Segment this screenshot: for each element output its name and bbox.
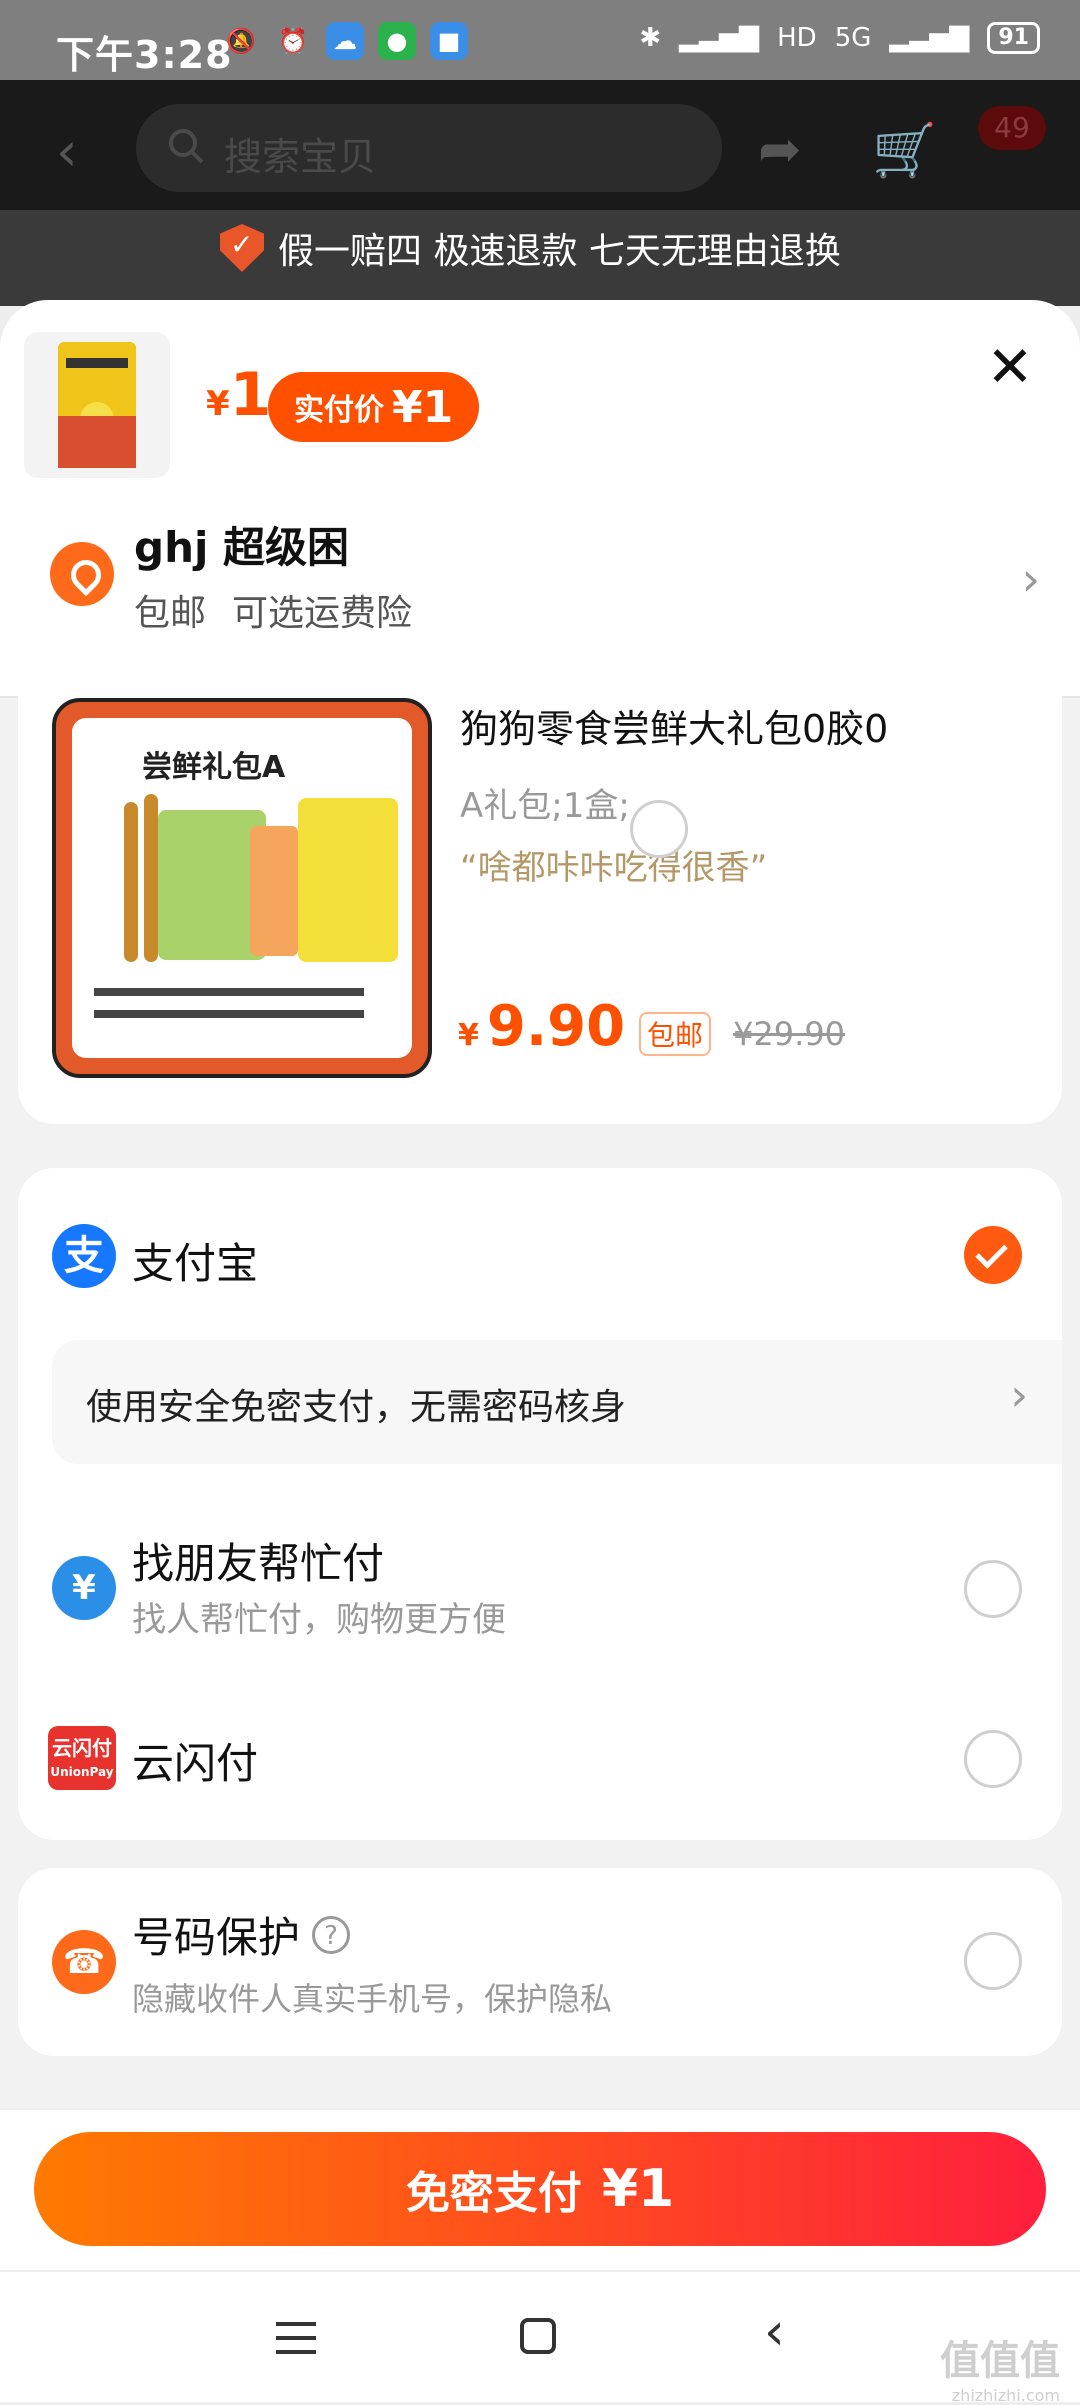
- sheet-header: ¥1 实付价 ¥1 ✕ ghj 超级困 包邮 可选运费险 ›: [0, 300, 1080, 698]
- search-placeholder: 搜索宝贝: [224, 135, 377, 179]
- notification-icons: 🔕 ⏰ ☁ ● ■: [222, 22, 468, 60]
- password-free-tip[interactable]: 使用安全免密支付，无需密码核身 ›: [52, 1340, 1062, 1464]
- actual-pay-label: 实付价: [294, 393, 384, 428]
- product-sku: A礼包;1盒;: [460, 786, 630, 826]
- app-icon: ■: [430, 22, 468, 60]
- unionpay-radio[interactable]: [964, 1730, 1022, 1788]
- alipay-label: 支付宝: [132, 1239, 259, 1288]
- payment-sheet: ¥1 实付价 ¥1 ✕ ghj 超级困 包邮 可选运费险 › 尝鲜礼包A 狗狗零…: [0, 300, 1080, 2270]
- background-header: ‹ 搜索宝贝 ➦ 🛒 49: [0, 80, 1080, 210]
- navigation-bar: ‹ 值值值 zhizhizhi.com: [0, 2270, 1080, 2405]
- product-price-value: 9.90: [486, 994, 626, 1059]
- address-name: ghj 超级困: [134, 523, 349, 572]
- chevron-right-icon: ›: [1010, 1370, 1028, 1421]
- home-icon[interactable]: [520, 2318, 556, 2354]
- cart-badge: 49: [978, 106, 1046, 150]
- alarm-icon: ⏰: [278, 27, 308, 55]
- password-free-pay-button[interactable]: 免密支付 ¥1: [34, 2132, 1046, 2246]
- number-protection-title: 号码保护 ?: [132, 1904, 351, 1965]
- unionpay-icon-text: 云闪付: [52, 1736, 112, 1760]
- actual-pay-pill: 实付价 ¥1: [268, 372, 480, 442]
- shipping-label: 包邮: [134, 593, 207, 634]
- close-button[interactable]: ✕: [980, 338, 1040, 398]
- cart-icon: 🛒: [872, 121, 937, 181]
- signal-icon-2: ▂▃▅▇: [889, 23, 970, 53]
- product-title: 狗狗零食尝鲜大礼包0胶0: [460, 707, 889, 751]
- status-bar: 下午3:28 🔕 ⏰ ☁ ● ■ ✱ ▂▃▅▇ HD 5G ▂▃▅▇ 91: [0, 0, 1080, 80]
- number-protection-label: 号码保护: [132, 1913, 301, 1962]
- product-image: 尝鲜礼包A: [52, 698, 432, 1078]
- pay-button-label: 免密支付: [405, 2168, 582, 2219]
- guarantee-strip: 假一赔四 极速退款 七天无理由退换: [0, 210, 1080, 306]
- location-pin-icon: [50, 542, 114, 606]
- friend-pay-icon: ¥: [52, 1556, 116, 1620]
- status-time: 下午3:28: [56, 33, 233, 77]
- cloud-icon: ☁: [326, 22, 364, 60]
- help-icon[interactable]: ?: [312, 1915, 351, 1954]
- friend-pay-sub: 找人帮忙付，购物更方便: [132, 1600, 506, 1640]
- back-icon: ‹: [56, 120, 78, 183]
- product-image-label: 尝鲜礼包A: [142, 750, 286, 785]
- price-value: 1: [229, 360, 272, 430]
- payment-methods-card: 支 支付宝 使用安全免密支付，无需密码核身 › ¥ 找朋友帮忙付 找人帮忙付，购…: [18, 1168, 1062, 1840]
- original-price: ¥29.90: [733, 1015, 846, 1053]
- friend-pay-label: 找朋友帮忙付: [132, 1539, 385, 1588]
- product-quote: “啥都咔咔吃得很香”: [460, 848, 768, 888]
- product-card: 尝鲜礼包A 狗狗零食尝鲜大礼包0胶0 A礼包;1盒; “啥都咔咔吃得很香” ¥ …: [18, 676, 1062, 1124]
- number-protection-radio[interactable]: [964, 1932, 1022, 1990]
- hd-icon: HD: [777, 23, 817, 53]
- alipay-icon: 支: [52, 1224, 116, 1288]
- product-price: ¥ 9.90 包邮 ¥29.90: [458, 994, 845, 1059]
- product-select-radio[interactable]: [630, 800, 688, 858]
- product-price-symbol: ¥: [458, 1018, 479, 1053]
- password-free-tip-text: 使用安全免密支付，无需密码核身: [86, 1387, 627, 1428]
- wechat-icon: ●: [378, 22, 416, 60]
- alipay-selected-radio[interactable]: [964, 1226, 1022, 1284]
- battery-icon: 91: [987, 22, 1040, 54]
- share-icon: ➦: [758, 120, 802, 180]
- price-display: ¥1: [206, 360, 271, 430]
- search-icon: [169, 129, 204, 164]
- guarantee-text: 假一赔四 极速退款 七天无理由退换: [278, 231, 841, 272]
- pay-button-value: ¥1: [601, 2159, 675, 2219]
- watermark-text: 值值值: [940, 2338, 1060, 2384]
- status-right: ✱ ▂▃▅▇ HD 5G ▂▃▅▇ 91: [639, 22, 1040, 54]
- search-bar: 搜索宝贝: [136, 104, 722, 192]
- insurance-label: 可选运费险: [232, 593, 413, 634]
- phone-icon: ☎: [52, 1930, 116, 1994]
- shield-icon: [220, 224, 264, 272]
- signal-icon: ▂▃▅▇: [679, 23, 760, 53]
- back-nav-icon[interactable]: ‹: [764, 2302, 785, 2362]
- menu-icon[interactable]: [276, 2322, 316, 2364]
- free-shipping-tag: 包邮: [639, 1012, 712, 1056]
- friend-pay-radio[interactable]: [964, 1560, 1022, 1618]
- guarantee: 假一赔四 极速退款 七天无理由退换: [220, 222, 841, 274]
- number-protection-card: ☎ 号码保护 ? 隐藏收件人真实手机号，保护隐私: [18, 1868, 1062, 2056]
- chevron-right-icon: ›: [1021, 552, 1040, 606]
- watermark-sub: zhizhizhi.com: [951, 2386, 1060, 2405]
- product-thumbnail: [24, 332, 170, 478]
- bottom-bar: 免密支付 ¥1: [0, 2110, 1080, 2270]
- bluetooth-icon: ✱: [639, 23, 662, 53]
- unionpay-icon-sub: UnionPay: [50, 1765, 114, 1779]
- actual-pay-value: ¥1: [392, 381, 454, 433]
- mute-icon: 🔕: [226, 27, 256, 55]
- network-type: 5G: [834, 23, 872, 53]
- unionpay-label: 云闪付: [132, 1739, 259, 1788]
- number-protection-sub: 隐藏收件人真实手机号，保护隐私: [132, 1980, 613, 2018]
- price-symbol: ¥: [206, 384, 230, 424]
- watermark: 值值值 zhizhizhi.com: [940, 2328, 1060, 2405]
- shipping-info: 包邮 可选运费险: [134, 584, 412, 636]
- unionpay-icon: 云闪付 UnionPay: [48, 1726, 116, 1790]
